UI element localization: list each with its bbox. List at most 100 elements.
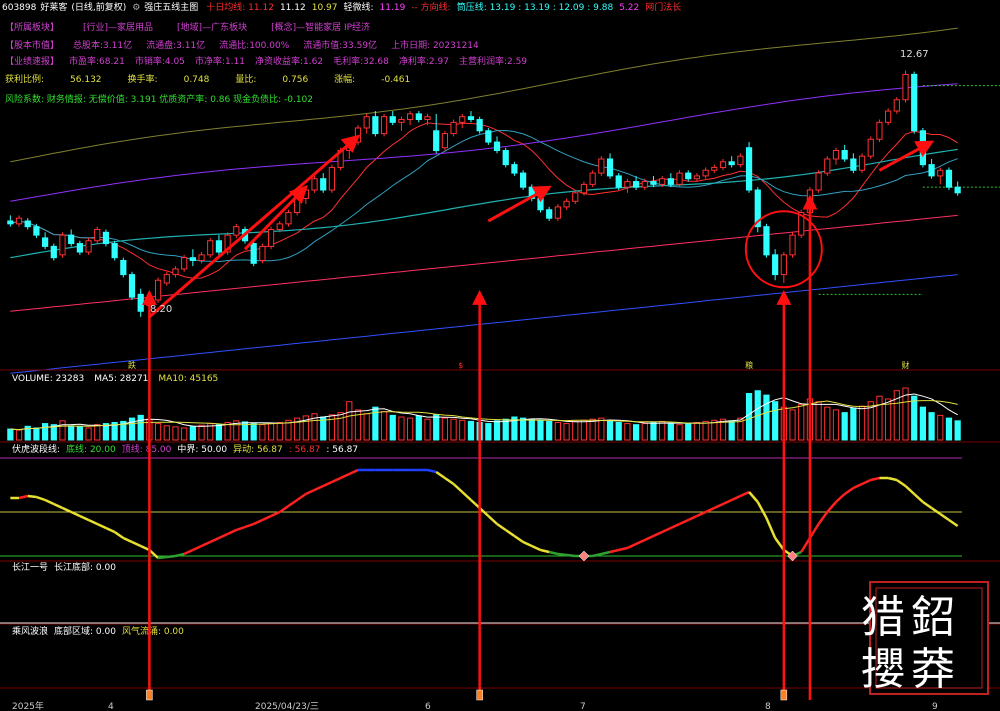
volume-bar[interactable] [172,426,179,441]
candle[interactable] [520,170,527,190]
volume-bar[interactable] [250,423,257,441]
volume-bar[interactable] [685,423,692,441]
candle[interactable] [181,254,188,272]
candle[interactable] [250,240,257,267]
volume-bar[interactable] [789,409,796,441]
settings-icon[interactable]: ⚙ [132,3,140,13]
volume-bar[interactable] [198,424,205,441]
candle[interactable] [328,164,336,193]
volume-bar[interactable] [398,416,405,441]
volume-bar[interactable] [328,414,336,441]
volume-bar[interactable] [702,420,709,441]
volume-bar[interactable] [154,423,162,441]
candle[interactable] [858,153,866,174]
candle[interactable] [50,243,57,261]
volume-bar[interactable] [824,406,831,441]
volume-bar[interactable] [667,423,674,441]
candle[interactable] [702,167,709,179]
candle[interactable] [467,111,475,123]
volume-bar[interactable] [59,420,66,441]
volume-bar[interactable] [267,423,275,441]
candle[interactable] [867,136,874,159]
volume-bar[interactable] [42,423,49,441]
volume-bar[interactable] [433,414,440,441]
candle[interactable] [745,142,753,193]
candle[interactable] [546,206,553,222]
volume-bar[interactable] [415,415,422,441]
volume-bar[interactable] [163,425,170,441]
volume-bar[interactable] [850,407,857,441]
candle[interactable] [563,198,570,210]
candle[interactable] [676,170,683,188]
candle[interactable] [59,232,66,258]
volume-bar[interactable] [520,417,527,441]
candle[interactable] [572,190,579,205]
candle[interactable] [928,158,935,179]
volume-bar[interactable] [954,420,961,441]
volume-bar[interactable] [615,421,622,441]
candle[interactable] [76,240,83,255]
volume-bar[interactable] [815,401,822,441]
candle[interactable] [42,232,49,250]
candle[interactable] [754,187,761,233]
candle[interactable] [554,204,561,222]
volume-bar[interactable] [919,406,926,441]
candle[interactable] [893,96,900,114]
candle[interactable] [832,147,840,165]
candle[interactable] [589,170,596,188]
candle[interactable] [719,158,727,171]
volume-bar[interactable] [772,401,779,441]
volume-bar[interactable] [76,426,83,441]
volume-bar[interactable] [215,424,223,441]
candle[interactable] [885,108,892,126]
volume-bar[interactable] [441,417,448,441]
candle[interactable] [606,153,614,179]
candle[interactable] [15,215,23,227]
volume-bar[interactable] [580,419,588,441]
candle[interactable] [120,257,127,278]
volume-bar[interactable] [15,429,23,441]
candle[interactable] [493,136,501,154]
candle[interactable] [728,156,735,168]
volume-bar[interactable] [745,392,753,441]
volume-bar[interactable] [876,395,883,441]
candle[interactable] [850,153,857,174]
candle[interactable] [137,288,144,317]
volume-bar[interactable] [885,398,892,441]
volume-bar[interactable] [928,412,935,441]
candle[interactable] [311,175,318,193]
candle[interactable] [537,195,544,213]
candle[interactable] [763,223,770,258]
volume-bar[interactable] [337,412,344,441]
candle[interactable] [441,130,448,151]
volume-bar[interactable] [606,420,614,441]
volume-bar[interactable] [459,419,466,441]
volume-bar[interactable] [346,401,353,441]
candle[interactable] [215,235,223,255]
candle[interactable] [711,164,718,174]
candle[interactable] [354,125,362,145]
candle[interactable] [685,170,692,182]
candle[interactable] [459,113,466,128]
candle[interactable] [389,111,396,126]
candle[interactable] [111,240,118,261]
volume-bar[interactable] [33,427,40,441]
volume-bar[interactable] [832,409,840,441]
candle[interactable] [172,266,179,278]
volume-bar[interactable] [563,423,570,441]
volume-bar[interactable] [407,417,414,441]
candle[interactable] [780,252,787,284]
volume-bar[interactable] [424,418,431,441]
volume-bar[interactable] [554,421,561,441]
volume-bar[interactable] [94,424,101,441]
volume-bar[interactable] [467,420,475,441]
candle[interactable] [363,113,370,134]
volume-bar[interactable] [85,427,92,441]
candle[interactable] [68,229,75,247]
volume-bar[interactable] [911,395,918,441]
candle[interactable] [33,223,40,238]
candle[interactable] [154,277,162,303]
volume-bar[interactable] [389,414,396,441]
volume-bar[interactable] [641,423,648,441]
volume-bar[interactable] [485,423,492,441]
